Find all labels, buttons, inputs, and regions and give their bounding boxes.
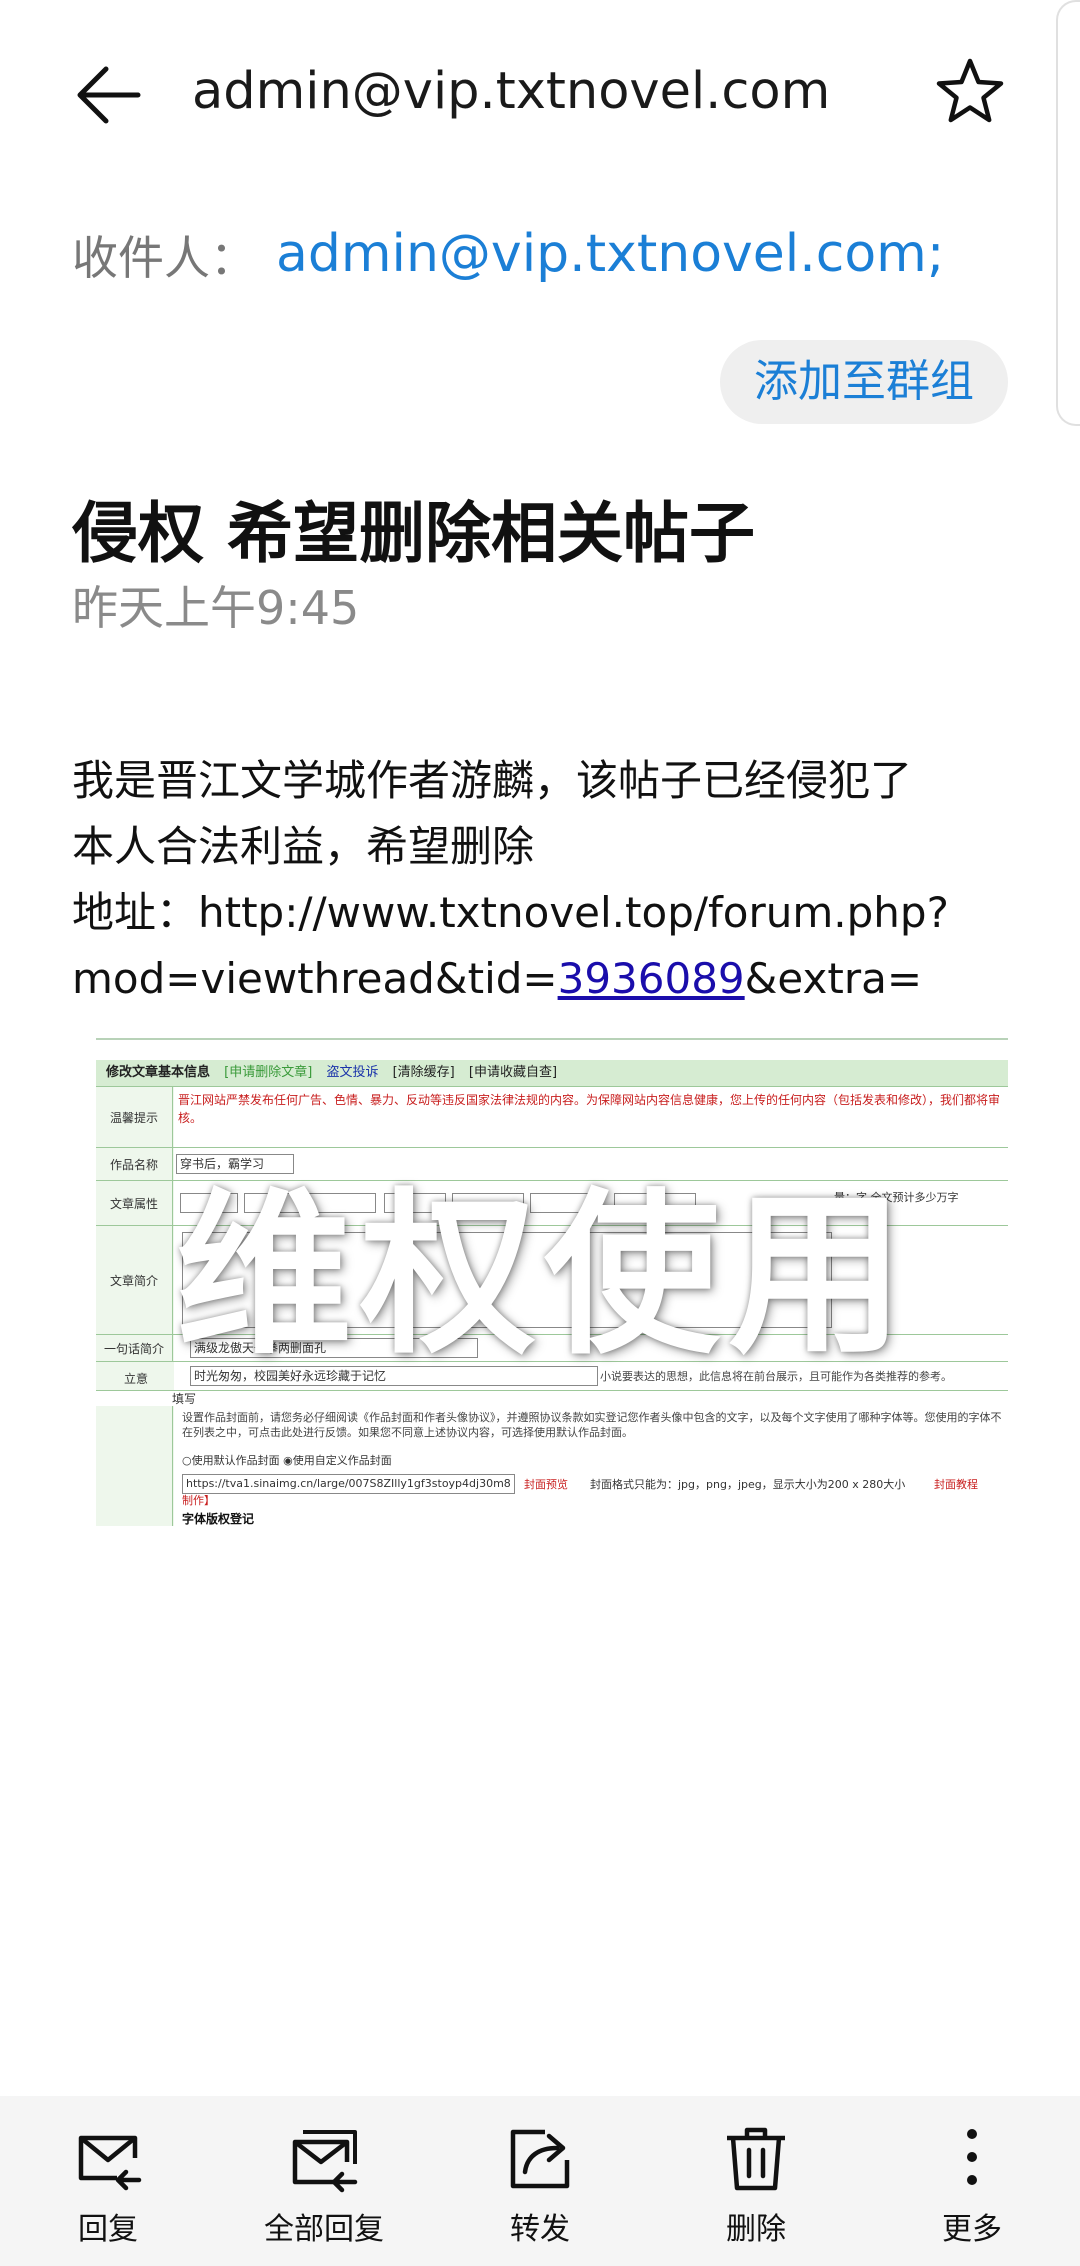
- theme-label: 立意: [124, 1372, 149, 1386]
- email-body: 我是晋江文学城作者游麟，该帖子已经侵犯了 本人合法利益，希望删除 地址：http…: [72, 748, 1022, 1012]
- cover-preview-link: 封面预览: [524, 1478, 568, 1491]
- watermark-text: 维权使用: [176, 1173, 913, 1378]
- bottom-toolbar: 回复 全部回复 转发 删除 更多: [0, 2096, 1080, 2266]
- cover-radios: ○使用默认作品封面 ◉使用自定义作品封面: [182, 1452, 392, 1468]
- radio-custom-label: 使用自定义作品封面: [292, 1454, 392, 1467]
- form-row-label: 文章属性: [96, 1181, 173, 1225]
- form-header: 修改文章基本信息 [申请删除文章] 盗文投诉 [清除缓存] [申请收藏自查]: [96, 1060, 1008, 1087]
- forward-icon: [510, 2129, 570, 2189]
- fill-label: 填写: [172, 1392, 197, 1406]
- form-row-cell: 设置作品封面前，请您务必仔细阅读《作品封面和作者头像协议》，并遵照协议条款如实登…: [174, 1406, 1008, 1526]
- thread-id-link[interactable]: 3936089: [558, 954, 745, 1003]
- recipient-address[interactable]: admin@vip.txtnovel.com;: [276, 224, 944, 284]
- font-section-title: 字体版权登记: [182, 1512, 255, 1526]
- radio-default-label: 使用默认作品封面: [191, 1454, 280, 1467]
- radio-icon: ○: [182, 1454, 192, 1467]
- body-line-url: mod=viewthread&tid=3936089&extra=: [72, 946, 1022, 1012]
- form-row-label: 作品名称: [96, 1148, 173, 1180]
- reply-button[interactable]: 回复: [18, 2124, 198, 2248]
- cover-note: 设置作品封面前，请您务必仔细阅读《作品封面和作者头像协议》，并遵照协议条款如实登…: [182, 1411, 1002, 1439]
- more-label: 更多: [942, 2212, 1002, 2247]
- body-line[interactable]: 地址：http://www.txtnovel.top/forum.php?: [72, 880, 1022, 946]
- form-row-label: 温馨提示: [96, 1087, 173, 1147]
- delete-button[interactable]: 删除: [666, 2124, 846, 2248]
- forward-label: 转发: [510, 2212, 570, 2247]
- cover-format-text: 封面格式只能为：jpg，png，jpeg，显示大小为200 x 280大小: [590, 1478, 906, 1491]
- back-arrow-icon[interactable]: [70, 55, 150, 135]
- form-row-label: 文章简介: [96, 1226, 173, 1334]
- radio-selected-icon: ◉: [283, 1454, 293, 1467]
- url-suffix[interactable]: &extra=: [745, 954, 922, 1003]
- form-header-link: [清除缓存]: [392, 1065, 455, 1080]
- cover-make-text: 制作】: [182, 1494, 215, 1507]
- sender-title: admin@vip.txtnovel.com: [192, 62, 831, 121]
- star-icon[interactable]: [934, 56, 1006, 128]
- form-header-title: 修改文章基本信息: [106, 1065, 211, 1080]
- more-vertical-icon: [967, 2129, 977, 2185]
- body-line: 本人合法利益，希望删除: [72, 822, 535, 871]
- cover-tutorial-link: 封面教程: [934, 1478, 978, 1491]
- body-line: 我是晋江文学城作者游麟，该帖子已经侵犯了: [72, 756, 913, 805]
- reply-all-label: 全部回复: [264, 2212, 384, 2247]
- email-timestamp: 昨天上午9:45: [72, 581, 360, 635]
- reply-all-icon: [292, 2130, 358, 2193]
- form-row-cover: 设置作品封面前，请您务必仔细阅读《作品封面和作者头像协议》，并遵照协议条款如实登…: [96, 1406, 1008, 1526]
- recipient-label: 收件人：: [72, 231, 256, 285]
- form-row-label: [96, 1406, 173, 1526]
- url-prefix[interactable]: mod=viewthread&tid=: [72, 954, 558, 1003]
- form-header-link: [申请删除文章]: [224, 1065, 313, 1080]
- form-header-link: 盗文投诉: [326, 1065, 379, 1080]
- form-header-link: [申请收藏自查]: [468, 1065, 558, 1080]
- form-row-label: 一句话简介: [96, 1335, 173, 1361]
- more-button[interactable]: 更多: [882, 2124, 1062, 2248]
- top-app-bar: admin@vip.txtnovel.com: [0, 0, 1080, 190]
- delete-label: 删除: [726, 2212, 786, 2247]
- forward-button[interactable]: 转发: [450, 2124, 630, 2248]
- reply-label: 回复: [78, 2212, 138, 2247]
- add-to-group-button[interactable]: 添加至群组: [720, 340, 1008, 424]
- trash-icon: [727, 2127, 785, 2191]
- email-subject: 侵权 希望删除相关帖子: [72, 495, 755, 572]
- reply-all-button[interactable]: 全部回复: [234, 2124, 414, 2248]
- cover-url-input: https://tva1.sinaimg.cn/large/007S8ZIlly…: [182, 1474, 515, 1494]
- scroll-indicator: [1056, 0, 1080, 426]
- reply-icon: [78, 2135, 142, 2191]
